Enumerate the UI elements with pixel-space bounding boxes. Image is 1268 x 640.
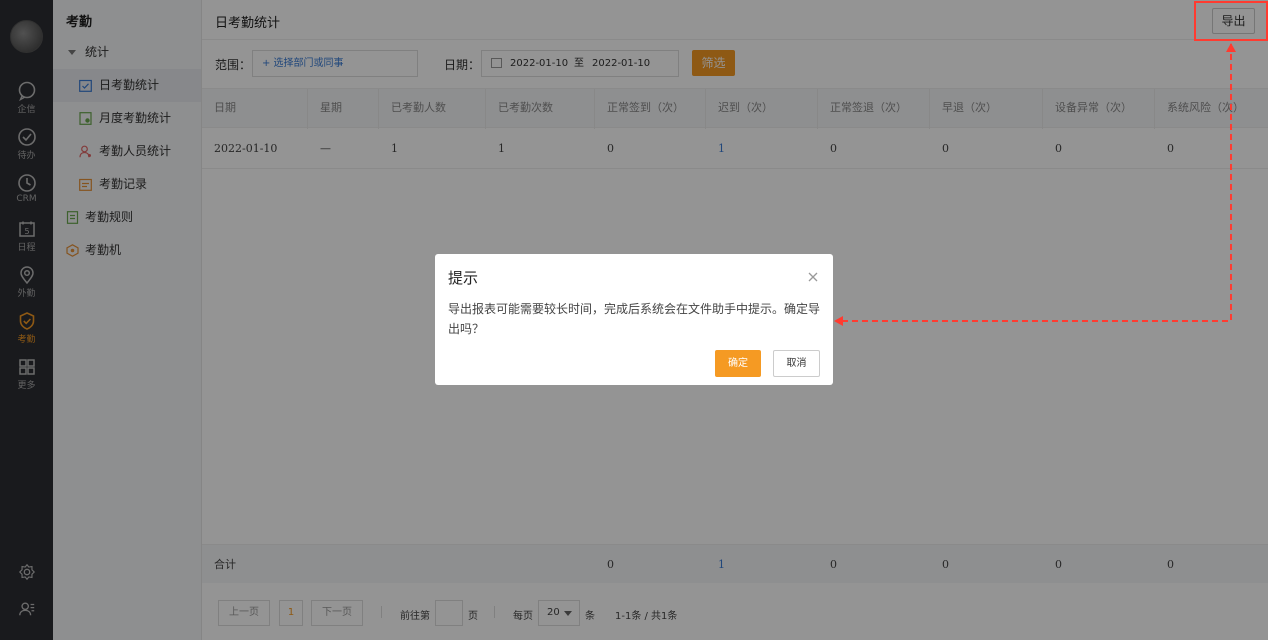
cancel-button[interactable]: 取消 (773, 350, 820, 377)
dialog-message: 导出报表可能需要较长时间，完成后系统会在文件助手中提示。确定导出吗？ (448, 302, 821, 336)
export-highlight-box (1194, 1, 1268, 41)
confirm-dialog: 提示 导出报表可能需要较长时间，完成后系统会在文件助手中提示。确定导出吗？ 确定… (435, 254, 833, 385)
dialog-title: 提示 (448, 269, 479, 287)
confirm-button[interactable]: 确定 (715, 350, 761, 377)
close-icon[interactable] (806, 270, 820, 284)
